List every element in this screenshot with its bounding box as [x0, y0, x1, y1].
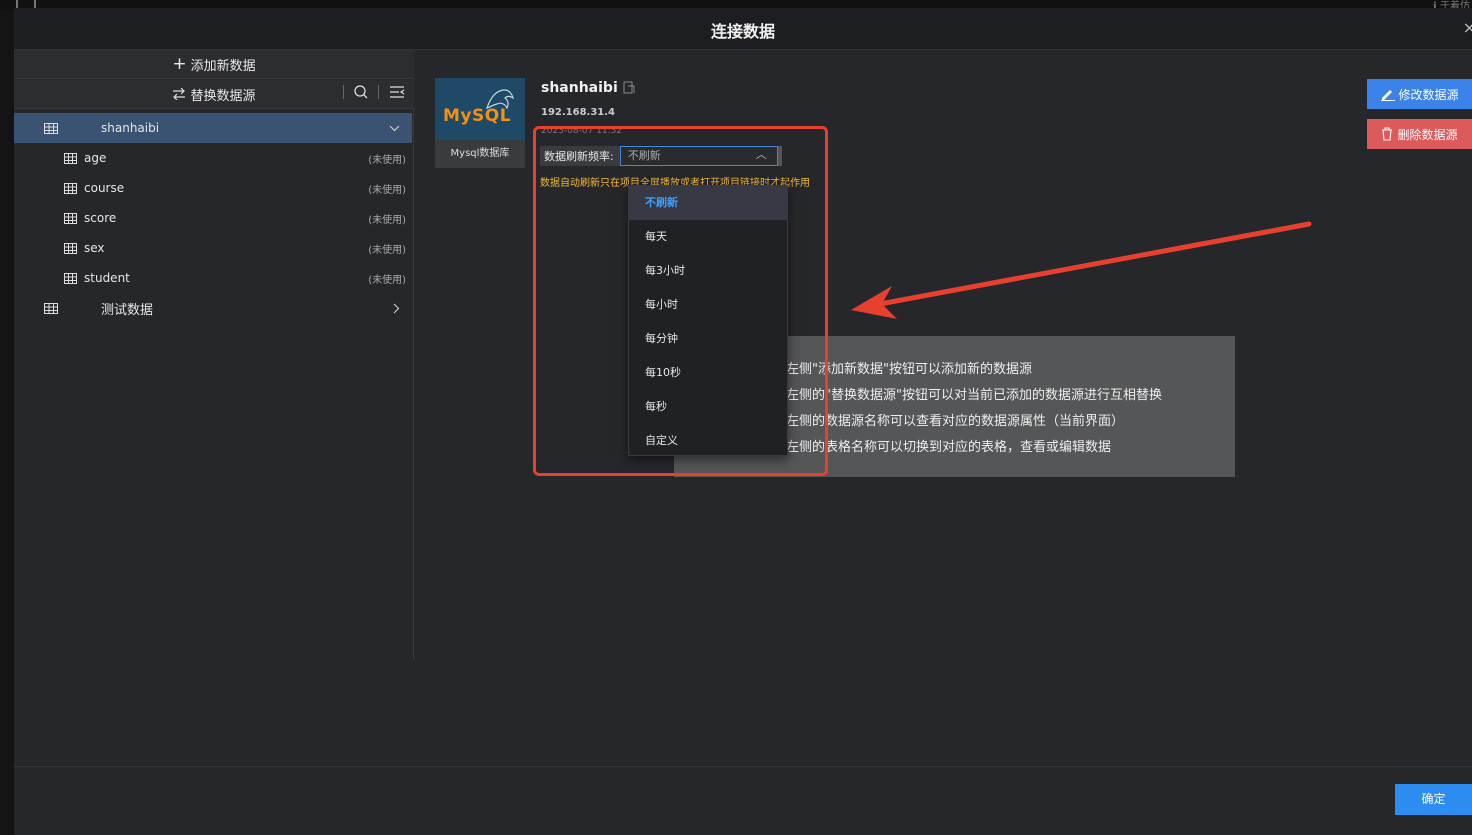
highlight-annotation-box: [533, 126, 828, 476]
table-status: (未使用): [368, 274, 406, 286]
sidebar-tools: [343, 85, 405, 99]
table-status: (未使用): [368, 244, 406, 256]
table-name: sex: [84, 241, 105, 255]
add-data-button[interactable]: + 添加新数据: [14, 50, 414, 79]
delete-datasource-label: 删除数据源: [1397, 127, 1458, 142]
datasource-item-test[interactable]: 测试数据: [14, 293, 412, 323]
table-status: (未使用): [368, 184, 406, 196]
table-status: (未使用): [368, 154, 406, 166]
swap-icon: [173, 88, 186, 100]
datasource-title: shanhaibi: [541, 80, 635, 96]
trash-icon: [1382, 127, 1393, 141]
collapse-list-icon[interactable]: [389, 86, 405, 98]
table-item-course[interactable]: course (未使用): [14, 173, 412, 203]
add-data-label: 添加新数据: [190, 58, 256, 74]
datasource-item-shanhaibi[interactable]: shanhaibi: [14, 113, 412, 143]
table-status: (未使用): [368, 214, 406, 226]
tip-line: 左侧的数据源名称可以查看对应的数据源属性（当前界面）: [786, 414, 1125, 429]
chevron-down-icon[interactable]: [389, 125, 400, 132]
plus-icon: +: [172, 53, 187, 74]
footer-divider: [14, 766, 1472, 767]
table-item-sex[interactable]: sex (未使用): [14, 233, 412, 263]
datasource-name: 测试数据: [101, 302, 154, 318]
pencil-icon: [1381, 90, 1396, 101]
datasource-tree: shanhaibi age (未使用) course (未使用) score (…: [14, 113, 412, 323]
dialog-title: 连接数据: [710, 22, 775, 41]
chevron-right-icon[interactable]: [393, 303, 400, 314]
tip-line: 左侧的"替换数据源"按钮可以对当前已添加的数据源进行互相替换: [786, 388, 1162, 403]
datasource-type-caption: Mysql数据库: [435, 140, 525, 168]
table-name: student: [84, 271, 130, 285]
datasource-name: shanhaibi: [101, 121, 160, 135]
edit-datasource-label: 修改数据源: [1398, 87, 1459, 102]
search-icon[interactable]: [354, 85, 368, 99]
table-grid-icon: [64, 272, 77, 284]
divider: [343, 85, 344, 99]
table-grid-icon: [44, 122, 58, 134]
mysql-logo-text: MySQL: [443, 106, 512, 126]
table-grid-icon: [64, 242, 77, 254]
table-grid-icon: [64, 182, 77, 194]
tip-line: 左侧的表格名称可以切换到对应的表格，查看或编辑数据: [786, 440, 1112, 455]
datasource-host: 192.168.31.4: [541, 107, 616, 118]
table-grid-icon: [44, 302, 58, 314]
delete-datasource-button[interactable]: 删除数据源: [1367, 119, 1472, 149]
dialog-header: 连接数据 ×: [14, 8, 1472, 50]
table-item-student[interactable]: student (未使用): [14, 263, 412, 293]
switch-datasource-label: 替换数据源: [190, 88, 256, 104]
divider: [378, 85, 379, 99]
table-item-score[interactable]: score (未使用): [14, 203, 412, 233]
table-grid-icon: [64, 152, 77, 164]
datasource-title-text: shanhaibi: [541, 80, 618, 96]
copy-icon[interactable]: [623, 81, 635, 94]
table-name: course: [84, 181, 125, 195]
edit-datasource-button[interactable]: 修改数据源: [1367, 79, 1472, 109]
table-item-age[interactable]: age (未使用): [14, 143, 412, 173]
table-name: score: [84, 211, 117, 225]
table-grid-icon: [64, 212, 77, 224]
close-icon[interactable]: ×: [1463, 18, 1472, 37]
confirm-button[interactable]: 确定: [1395, 784, 1472, 815]
datasource-sidebar: + 添加新数据 替换数据源 shanhaibi age (未使用) course…: [14, 50, 414, 660]
table-name: age: [84, 151, 107, 165]
